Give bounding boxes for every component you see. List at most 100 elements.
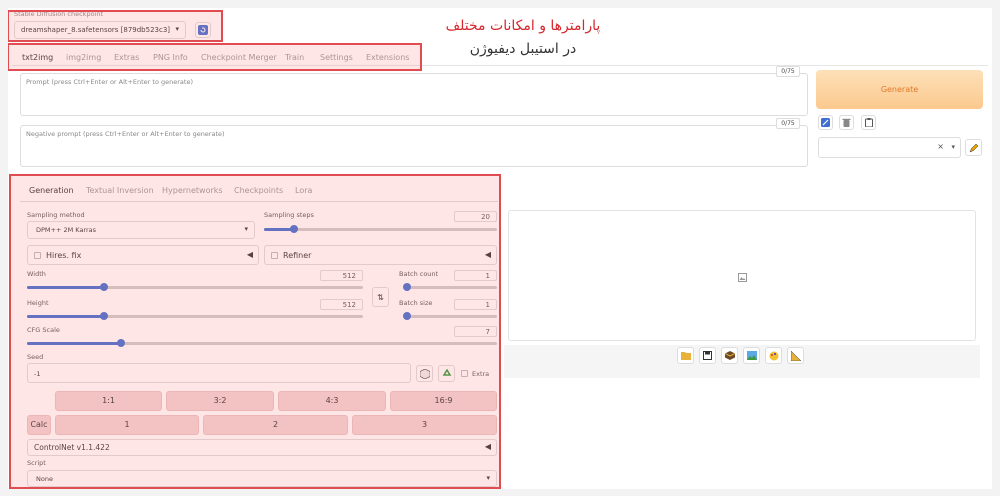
- checkpoint-value: dreamshaper_8.safetensors [879db523c3]: [21, 26, 171, 34]
- ratio-16-9-button[interactable]: 16:9: [390, 391, 497, 411]
- package-icon: [724, 351, 735, 360]
- output-image-area: [508, 210, 976, 341]
- seed-input[interactable]: -1: [27, 363, 411, 383]
- annotation-line-1: پارامترها و امکانات مختلف: [445, 18, 601, 34]
- controlnet-accordion[interactable]: ControlNet v1.1.422 ◀: [27, 439, 497, 456]
- calc-1-button[interactable]: 1: [55, 415, 199, 435]
- sampling-steps-slider[interactable]: [264, 225, 497, 233]
- script-value: None: [36, 475, 53, 483]
- cfg-scale-input[interactable]: 7: [454, 326, 497, 337]
- chevron-down-icon: ▾: [951, 143, 955, 151]
- webui-frame: Stable Diffusion checkpoint dreamshaper_…: [8, 8, 992, 489]
- prompt-placeholder: Prompt (press Ctrl+Enter or Alt+Enter to…: [26, 78, 193, 86]
- height-label: Height: [27, 299, 49, 307]
- refiner-label: Refiner: [283, 251, 312, 260]
- hires-fix-accordion[interactable]: Hires. fix ◀: [27, 245, 259, 265]
- send-to-inpaint-button[interactable]: [765, 347, 782, 364]
- ratio-3-2-button[interactable]: 3:2: [166, 391, 274, 411]
- tab-extras[interactable]: Extras: [114, 53, 139, 62]
- prompt-textarea[interactable]: Prompt (press Ctrl+Enter or Alt+Enter to…: [20, 73, 808, 116]
- refiner-accordion[interactable]: Refiner ◀: [264, 245, 497, 265]
- save-icon: [703, 351, 712, 360]
- batch-size-slider[interactable]: [403, 312, 497, 320]
- negative-prompt-textarea[interactable]: Negative prompt (press Ctrl+Enter or Alt…: [20, 125, 808, 167]
- prompt-token-counter: 0/75: [776, 66, 800, 77]
- calc-3-button[interactable]: 3: [352, 415, 497, 435]
- palette-icon: [769, 351, 778, 360]
- ratio-1-1-button[interactable]: 1:1: [55, 391, 162, 411]
- slider-thumb[interactable]: [403, 312, 411, 320]
- refresh-checkpoint-button[interactable]: [195, 22, 211, 38]
- cfg-scale-slider[interactable]: [27, 339, 497, 347]
- swap-icon: ⇅: [377, 292, 384, 302]
- sampling-steps-label: Sampling steps: [264, 211, 314, 219]
- collapse-arrow-icon: ◀: [246, 250, 253, 259]
- slider-thumb[interactable]: [117, 339, 125, 347]
- open-folder-button[interactable]: [677, 347, 694, 364]
- styles-select[interactable]: × ▾: [818, 137, 961, 158]
- apply-styles-button[interactable]: [861, 115, 876, 130]
- ruler-triangle-icon: [790, 350, 801, 361]
- slider-thumb[interactable]: [403, 283, 411, 291]
- batch-count-input[interactable]: 1: [454, 270, 497, 281]
- annotation-line-2: در استیبل دیفیوژن: [469, 41, 577, 57]
- sampling-method-select[interactable]: DPM++ 2M Karras ▾: [27, 221, 255, 239]
- subtab-hypernetworks[interactable]: Hypernetworks: [162, 186, 223, 195]
- negative-prompt-placeholder: Negative prompt (press Ctrl+Enter or Alt…: [26, 130, 225, 138]
- random-seed-button[interactable]: [416, 365, 433, 382]
- tab-train[interactable]: Train: [285, 53, 304, 62]
- image-placeholder-icon: [738, 273, 747, 282]
- collapse-arrow-icon: ◀: [484, 250, 491, 259]
- width-input[interactable]: 512: [320, 270, 363, 281]
- script-select[interactable]: None ▾: [27, 470, 497, 487]
- slider-thumb[interactable]: [100, 283, 108, 291]
- generate-button[interactable]: Generate: [816, 70, 983, 109]
- save-button[interactable]: [699, 347, 716, 364]
- recycle-icon: [442, 368, 451, 376]
- edit-styles-button[interactable]: [965, 139, 982, 156]
- subtab-lora[interactable]: Lora: [295, 186, 312, 195]
- batch-count-slider[interactable]: [403, 283, 497, 291]
- width-label: Width: [27, 270, 46, 278]
- subtabs-divider: [20, 201, 498, 202]
- calc-2-button[interactable]: 2: [203, 415, 348, 435]
- read-params-button[interactable]: [818, 115, 833, 130]
- pencil-icon: [969, 143, 978, 152]
- sampling-steps-input[interactable]: 20: [454, 211, 497, 222]
- subtab-textual-inversion[interactable]: Textual Inversion: [86, 186, 154, 195]
- dice-icon: [419, 368, 430, 379]
- height-input[interactable]: 512: [320, 299, 363, 310]
- hires-fix-checkbox[interactable]: [34, 252, 41, 259]
- picture-icon: [746, 351, 757, 360]
- ratio-4-3-button[interactable]: 4:3: [278, 391, 386, 411]
- width-slider[interactable]: [27, 283, 363, 291]
- zip-button[interactable]: [721, 347, 738, 364]
- tab-txt2img[interactable]: txt2img: [22, 53, 53, 62]
- extra-seed-checkbox[interactable]: [461, 370, 468, 377]
- tab-img2img[interactable]: img2img: [66, 53, 101, 62]
- calc-button[interactable]: Calc: [27, 415, 51, 435]
- close-icon[interactable]: ×: [937, 142, 944, 151]
- send-to-img2img-button[interactable]: [743, 347, 760, 364]
- refiner-checkbox[interactable]: [271, 252, 278, 259]
- subtab-generation[interactable]: Generation: [29, 186, 74, 195]
- swap-dimensions-button[interactable]: ⇅: [372, 287, 389, 307]
- seed-value: -1: [34, 370, 41, 378]
- slider-thumb[interactable]: [100, 312, 108, 320]
- tabs-divider: [12, 65, 988, 66]
- checkpoint-select[interactable]: dreamshaper_8.safetensors [879db523c3] ▾: [14, 21, 186, 39]
- collapse-arrow-icon: ◀: [484, 442, 491, 451]
- reuse-seed-button[interactable]: [438, 365, 455, 382]
- clear-prompt-button[interactable]: [839, 115, 854, 130]
- controlnet-label: ControlNet v1.1.422: [34, 443, 110, 452]
- height-slider[interactable]: [27, 312, 363, 320]
- batch-size-input[interactable]: 1: [454, 299, 497, 310]
- subtab-checkpoints[interactable]: Checkpoints: [234, 186, 283, 195]
- tab-extensions[interactable]: Extensions: [366, 53, 409, 62]
- tab-checkpoint-merger[interactable]: Checkpoint Merger: [201, 53, 277, 62]
- cfg-scale-label: CFG Scale: [27, 326, 60, 334]
- send-to-extras-button[interactable]: [787, 347, 804, 364]
- tab-settings[interactable]: Settings: [320, 53, 353, 62]
- tab-png-info[interactable]: PNG Info: [153, 53, 188, 62]
- slider-thumb[interactable]: [290, 225, 298, 233]
